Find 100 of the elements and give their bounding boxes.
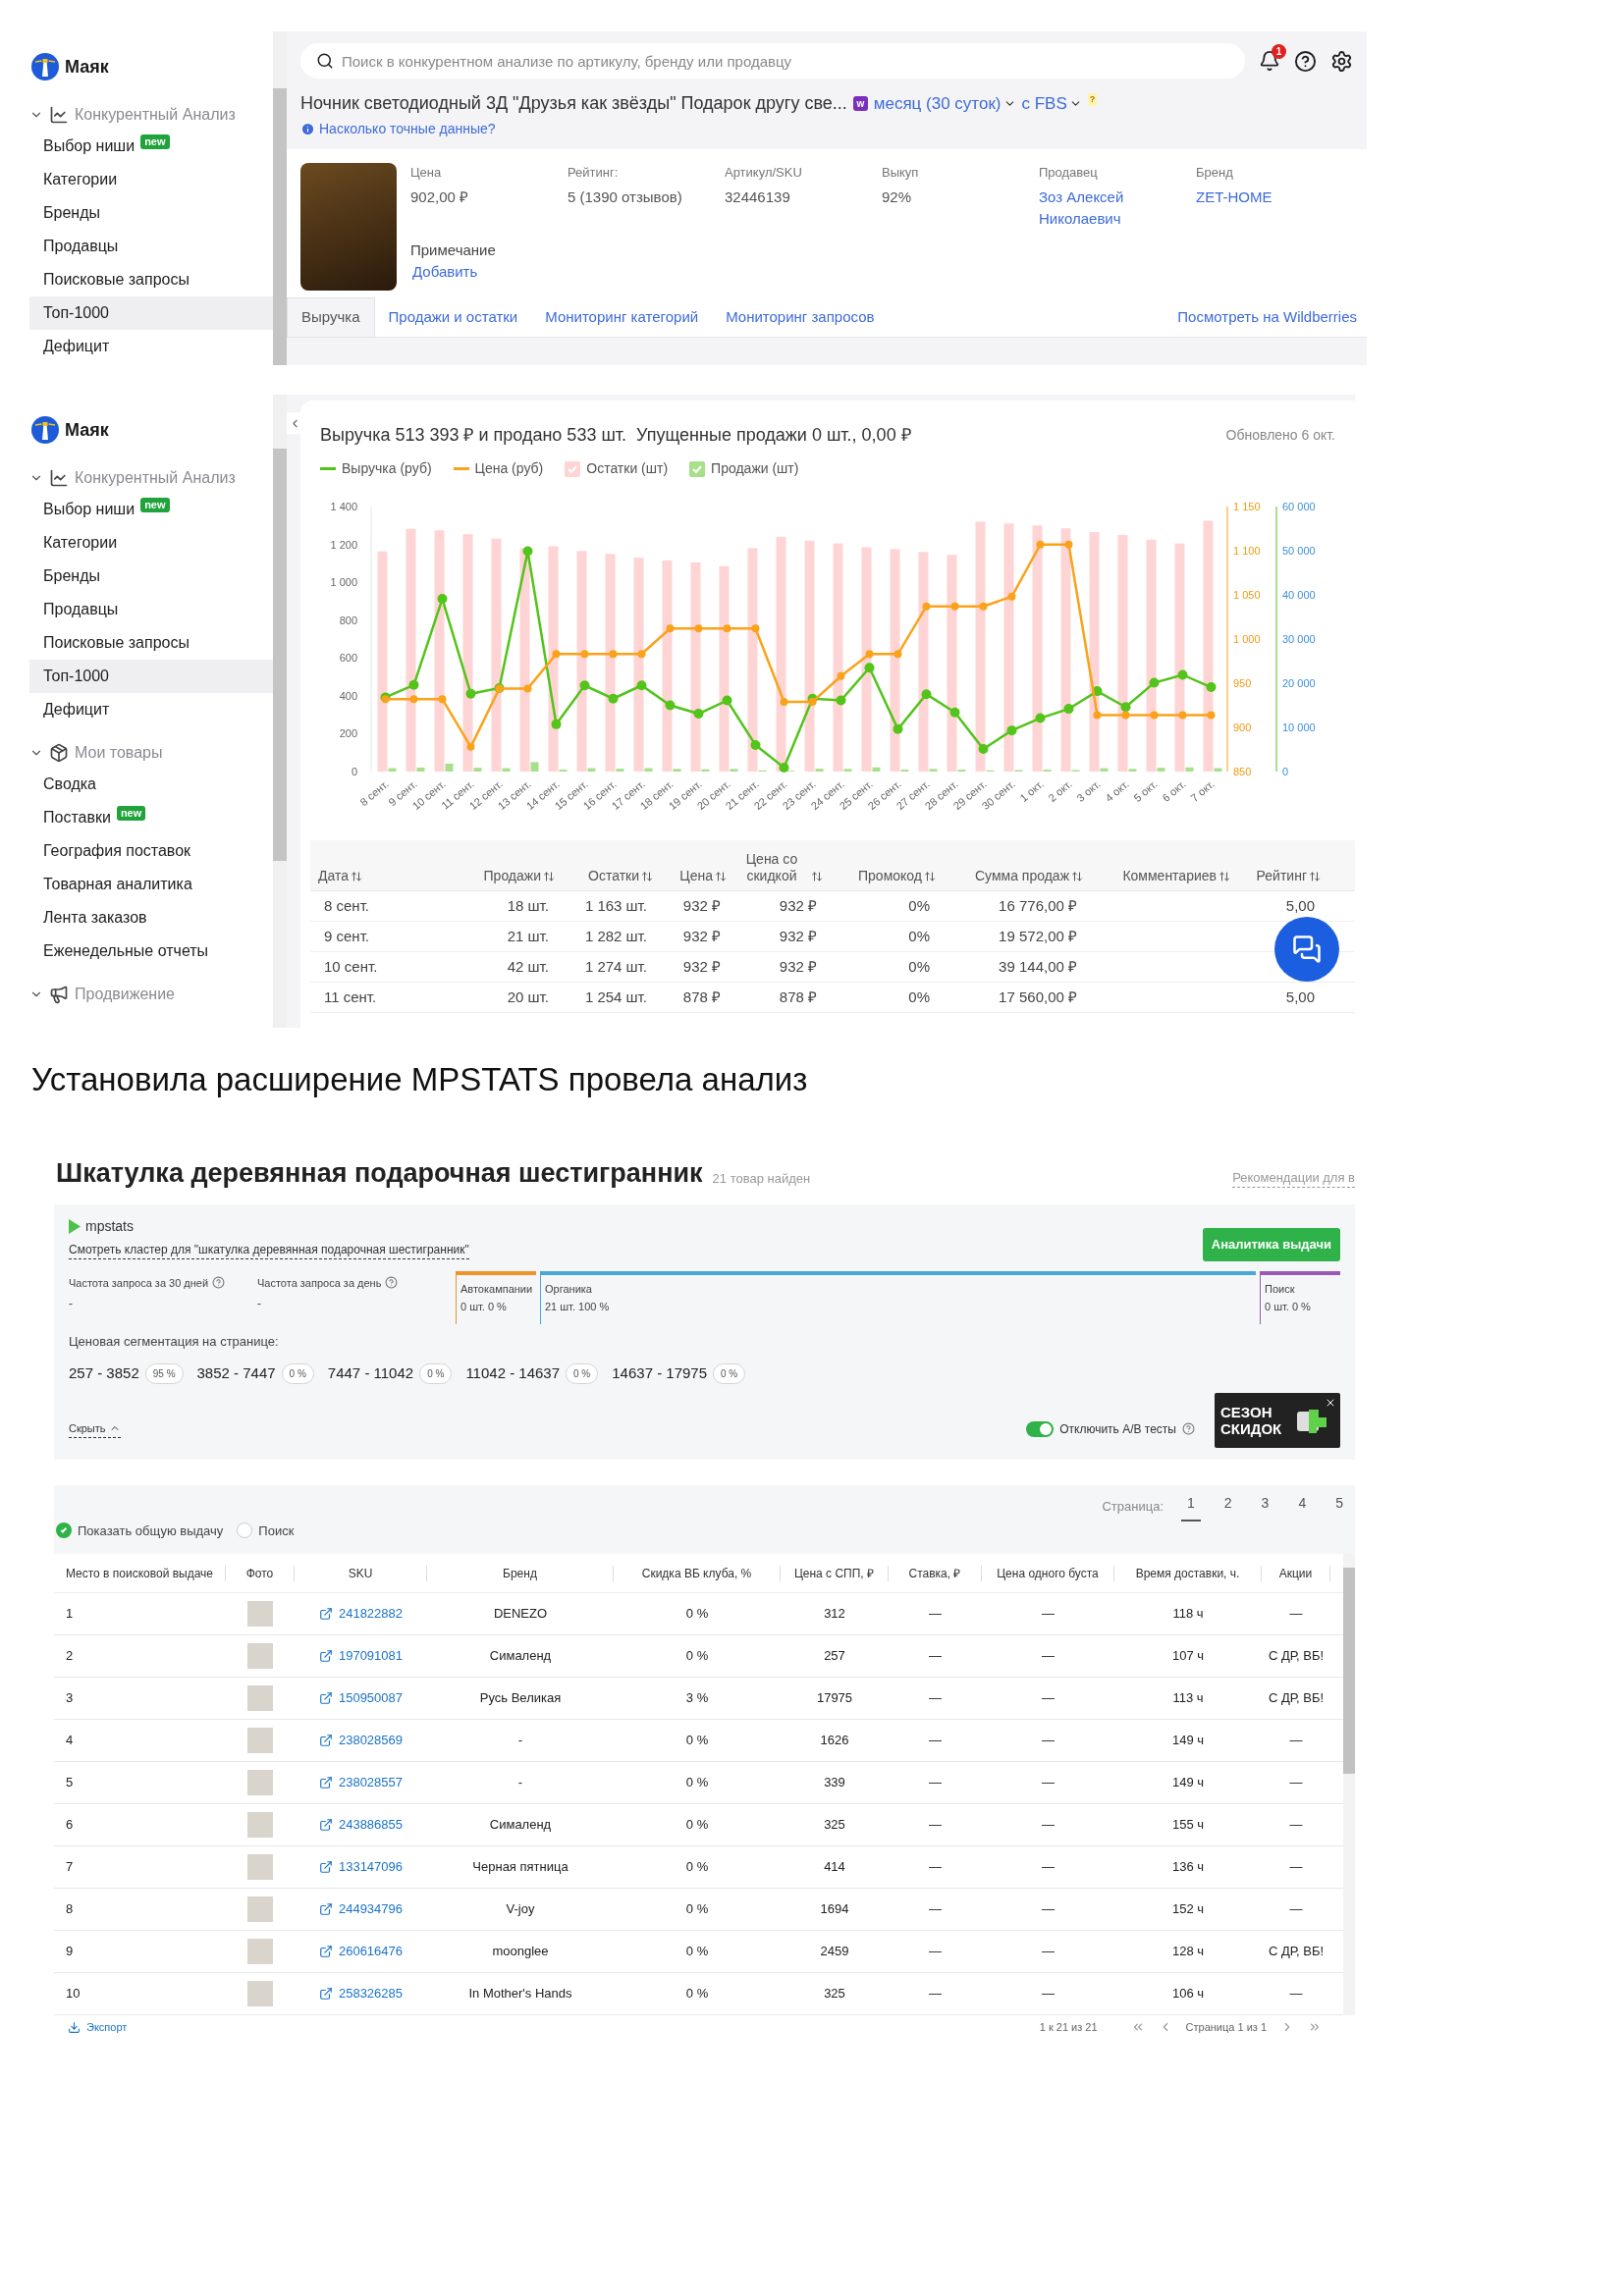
column-header[interactable]: Остатки	[588, 868, 639, 884]
cluster-link[interactable]: Смотреть кластер для "шкатулка деревянная подарочная шестигранник"	[69, 1241, 469, 1259]
page-button[interactable]: 2	[1218, 1492, 1238, 1522]
radio-option[interactable]: Поиск	[237, 1521, 295, 1540]
sku-link[interactable]: 238028569	[318, 1731, 404, 1750]
page-button[interactable]: 4	[1292, 1492, 1313, 1522]
table-cell-text: —	[1042, 1647, 1055, 1666]
sidebar-item[interactable]: Сводка	[29, 768, 273, 801]
sku-link[interactable]: 197091081	[318, 1646, 404, 1666]
column-header[interactable]: Время доставки, ч.	[1135, 1564, 1240, 1582]
sidebar-item[interactable]: Дефицит	[29, 330, 273, 363]
add-note-link[interactable]: Добавить	[410, 261, 1353, 284]
stat-label: Частота запроса за день	[257, 1275, 382, 1291]
table-cell-text: 325	[824, 1816, 845, 1835]
hide-link[interactable]: Скрыть	[69, 1420, 121, 1438]
table-cell-text: —	[929, 1689, 942, 1708]
column-header[interactable]: Цена	[679, 868, 713, 884]
column-header[interactable]: Продажи	[483, 868, 541, 884]
sidebar-item[interactable]: Продавцы	[29, 230, 273, 263]
price-range: 7447 - 11042	[327, 1363, 414, 1383]
page-button[interactable]: 3	[1255, 1492, 1275, 1522]
search-field[interactable]: Поиск в конкурентном анализе по артикулу, бренду или продавцу	[300, 43, 1245, 79]
sku-link[interactable]: 133147096	[318, 1857, 404, 1877]
column-header[interactable]: Фото	[245, 1564, 274, 1582]
field-label: Цена	[410, 164, 443, 182]
sidebar-item[interactable]: Выбор ниши new	[29, 130, 273, 163]
data-point	[1120, 702, 1131, 713]
page-button[interactable]: 5	[1329, 1492, 1349, 1522]
sidebar-item[interactable]: Товарная аналитика	[29, 868, 273, 901]
column-header[interactable]: Сумма продаж	[974, 868, 1069, 884]
column-header[interactable]: Место в поисковой выдаче	[65, 1564, 214, 1582]
column-header[interactable]: Комментариев	[1122, 868, 1217, 884]
sidebar-item[interactable]: Лента заказов	[29, 901, 273, 934]
table-cell: 17 560,00 ₽	[999, 988, 1077, 1005]
sidebar-item[interactable]: Бренды	[29, 196, 273, 230]
accuracy-link[interactable]: Насколько точные данные?	[319, 119, 496, 139]
legend-checkbox-icon[interactable]	[565, 460, 581, 477]
last-page-icon[interactable]	[1308, 2020, 1322, 2034]
sidebar-item[interactable]: География поставок	[29, 834, 273, 868]
data-point	[1036, 540, 1045, 549]
column-header[interactable]: SKU	[348, 1564, 373, 1582]
axis-label: 60 000	[1282, 501, 1316, 512]
promo-banner[interactable]: СЕЗОН СКИДОК	[1215, 1392, 1340, 1448]
legend-checkbox-icon[interactable]	[689, 460, 706, 477]
table-cell: 878 ₽	[779, 988, 817, 1005]
column-header[interactable]: Акции	[1278, 1564, 1313, 1582]
sidebar-group[interactable]: Конкурентный Анализ	[29, 100, 273, 130]
axis-label: 4 окт.	[1103, 777, 1131, 804]
sidebar-group[interactable]: Мои товары	[29, 738, 273, 768]
data-point	[722, 695, 732, 706]
sku-link[interactable]: 241822882	[318, 1604, 404, 1624]
period-dropdown[interactable]: месяц (30 суток)	[873, 90, 1016, 117]
sku-link[interactable]: 238028557	[318, 1773, 404, 1792]
table-cell-text: —	[1042, 1816, 1055, 1835]
sidebar-item[interactable]: Поисковые запросы	[29, 626, 273, 660]
column-header[interactable]: Ставка, ₽	[908, 1564, 961, 1582]
page-button[interactable]: 1	[1181, 1492, 1201, 1522]
field-link[interactable]: ZET-HOME	[1196, 186, 1353, 208]
axis-label: 1 окт.	[1017, 777, 1046, 804]
sidebar-item[interactable]: Продавцы	[29, 593, 273, 626]
column-header[interactable]: Промокод	[858, 868, 922, 884]
sku-link[interactable]: 244934796	[318, 1899, 404, 1919]
sku-link[interactable]: 260616476	[318, 1942, 404, 1961]
table-cell-text: 2	[66, 1647, 74, 1666]
sku-link[interactable]: 258326285	[318, 1984, 404, 2003]
query-title: Шкатулка деревянная подарочная шестигранник	[56, 1156, 703, 1190]
column-header[interactable]: Цена с СПП, ₽	[793, 1564, 875, 1582]
settings-icon[interactable]	[1330, 49, 1353, 73]
sku-link[interactable]: 243886855	[318, 1815, 404, 1835]
help-icon[interactable]	[1294, 49, 1317, 73]
sidebar-item[interactable]: Поставки new	[29, 801, 273, 834]
sidebar-item[interactable]: Выбор ниши new	[29, 493, 273, 526]
ab-toggle[interactable]	[1026, 1420, 1055, 1437]
field-link[interactable]: Зоз Алексей Николаевич	[1039, 186, 1196, 230]
column-header[interactable]: Бренд	[503, 1564, 537, 1582]
sku-link[interactable]: 150950087	[318, 1688, 404, 1708]
tab[interactable]: Выручка	[287, 297, 375, 337]
column-header[interactable]: Дата	[318, 868, 349, 884]
table-cell: 1 254 шт.	[584, 988, 647, 1005]
export-link[interactable]: Экспорт	[68, 2018, 128, 2036]
data-point	[1007, 592, 1016, 601]
wildberries-link[interactable]: Посмотреть на Wildberries	[1177, 306, 1357, 329]
column-header[interactable]: Рейтинг	[1256, 868, 1307, 884]
table-cell: 0%	[908, 958, 930, 975]
sidebar-item[interactable]: Поисковые запросы	[29, 263, 273, 296]
sidebar-item[interactable]: Еженедельные отчеты	[29, 934, 273, 968]
sidebar-item[interactable]: Бренды	[29, 560, 273, 593]
radio-option[interactable]: Показать общую выдачу	[56, 1521, 224, 1540]
sidebar-item[interactable]: Топ-1000	[29, 660, 273, 693]
sidebar-item[interactable]: Топ-1000	[29, 296, 273, 330]
column-header[interactable]: Скидка ВБ клуба, %	[641, 1564, 752, 1582]
table-cell-text: -	[517, 1774, 523, 1792]
sidebar-group[interactable]: Конкурентный Анализ	[29, 463, 273, 493]
column-header[interactable]: Цена одного буста	[997, 1564, 1099, 1582]
fulfillment-dropdown[interactable]: с FBS	[1021, 90, 1082, 117]
column-header[interactable]: Цена со скидкой	[734, 851, 809, 884]
share-chip: 0 %	[419, 1362, 453, 1384]
sidebar-item[interactable]: Категории	[29, 526, 273, 560]
sidebar-item[interactable]: Дефицит	[29, 693, 273, 726]
sidebar-item[interactable]: Категории	[29, 163, 273, 196]
